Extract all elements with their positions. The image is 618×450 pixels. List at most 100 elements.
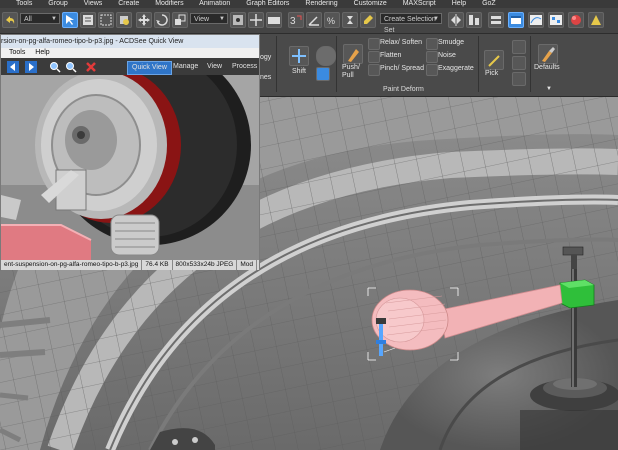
layer-manager-icon[interactable] bbox=[488, 12, 504, 28]
status-filename: ent-suspension-on-pg-alfa-romeo-tipo-b-p… bbox=[1, 260, 143, 270]
paint-deform-panel-title: Paint Deform bbox=[383, 86, 424, 93]
main-toolbar: All ▼ View ▼ 3 % Create Selection Set ▼ bbox=[0, 8, 618, 34]
suspension-photo[interactable] bbox=[1, 75, 259, 260]
menu-animation[interactable]: Animation bbox=[199, 0, 230, 7]
acdsee-status-bar: ent-suspension-on-pg-alfa-romeo-tipo-b-p… bbox=[1, 260, 259, 270]
exaggerate-label[interactable]: Exaggerate bbox=[438, 65, 474, 72]
menu-graph-editors[interactable]: Graph Editors bbox=[246, 0, 289, 7]
menu-bar: Tools Group Views Create Modifiers Anima… bbox=[0, 0, 618, 8]
render-setup-icon[interactable] bbox=[588, 12, 604, 28]
snaps-toggle-icon[interactable]: 3 bbox=[288, 12, 304, 28]
ribbon-separator bbox=[530, 36, 531, 92]
shift-mode-icon[interactable] bbox=[316, 67, 330, 81]
menu-group[interactable]: Group bbox=[48, 0, 67, 7]
named-selection-dropdown[interactable]: Create Selection Set ▼ bbox=[380, 13, 442, 34]
select-manipulate-icon[interactable] bbox=[248, 12, 264, 28]
pivot-center-icon[interactable] bbox=[230, 12, 246, 28]
ribbon-separator bbox=[336, 36, 337, 92]
menu-maxscript[interactable]: MAXScript bbox=[403, 0, 436, 7]
zoom-out-icon[interactable] bbox=[65, 61, 77, 73]
menu-customize[interactable]: Customize bbox=[354, 0, 387, 7]
spinner-snap-icon[interactable] bbox=[342, 12, 358, 28]
relax-soften-icon[interactable] bbox=[368, 38, 380, 50]
next-image-icon[interactable] bbox=[25, 61, 37, 73]
percent-snap-icon[interactable]: % bbox=[324, 12, 340, 28]
tab-manage[interactable]: Manage bbox=[169, 61, 202, 73]
flatten-label[interactable]: Flatten bbox=[380, 52, 401, 59]
noise-label[interactable]: Noise bbox=[438, 52, 456, 59]
push-pull-label[interactable]: Push/ Pull bbox=[342, 64, 368, 80]
select-and-rotate-icon[interactable] bbox=[154, 12, 170, 28]
smudge-label[interactable]: Smudge bbox=[438, 39, 464, 46]
menu-goz[interactable]: GoZ bbox=[482, 0, 496, 7]
svg-text:3: 3 bbox=[290, 16, 296, 27]
acdsee-quick-view-window[interactable]: rsion-on-pg-alfa-romeo-tipo-b-p3.jpg - A… bbox=[0, 34, 260, 270]
acdsee-toolbar: Quick View Manage View Process bbox=[1, 58, 259, 75]
acdsee-menu-bar: Tools Help bbox=[1, 48, 259, 58]
keyboard-shortcut-icon[interactable] bbox=[266, 12, 282, 28]
edit-named-selection-icon[interactable] bbox=[360, 12, 376, 28]
window-crossing-icon[interactable] bbox=[116, 12, 132, 28]
status-file-size: 76.4 KB bbox=[142, 260, 173, 270]
status-dimensions: 800x533x24b JPEG bbox=[173, 260, 238, 270]
angle-snap-icon[interactable] bbox=[306, 12, 322, 28]
graphite-ribbon-icon[interactable] bbox=[508, 12, 524, 28]
menu-tools[interactable]: Tools bbox=[16, 0, 32, 7]
menu-modifiers[interactable]: Modifiers bbox=[155, 0, 183, 7]
push-pull-icon[interactable] bbox=[343, 44, 363, 64]
undo-icon[interactable] bbox=[2, 12, 18, 28]
ribbon-partial-label: ogy bbox=[260, 54, 272, 61]
defaults-expand-icon[interactable]: ▼ bbox=[546, 86, 552, 92]
defaults-label[interactable]: Defaults bbox=[534, 64, 560, 71]
pinch-spread-label[interactable]: Pinch/ Spread bbox=[380, 65, 424, 72]
schematic-view-icon[interactable] bbox=[548, 12, 564, 28]
tab-quick-view[interactable]: Quick View bbox=[127, 61, 172, 75]
acdsee-window-title: rsion-on-pg-alfa-romeo-tipo-b-p3.jpg - A… bbox=[1, 38, 184, 45]
status-mode: Mod bbox=[237, 260, 258, 270]
acdsee-menu-tools[interactable]: Tools bbox=[9, 49, 25, 56]
pick-option-3-icon[interactable] bbox=[512, 72, 526, 86]
mirror-icon[interactable] bbox=[448, 12, 464, 28]
select-by-name-icon[interactable] bbox=[80, 12, 96, 28]
ribbon-separator bbox=[276, 36, 277, 92]
svg-text:%: % bbox=[327, 16, 335, 26]
reference-coord-dropdown[interactable]: View ▼ bbox=[190, 13, 228, 24]
shift-options-icon[interactable] bbox=[316, 46, 336, 66]
menu-help[interactable]: Help bbox=[452, 0, 466, 7]
acdsee-title-bar[interactable]: rsion-on-pg-alfa-romeo-tipo-b-p3.jpg - A… bbox=[1, 35, 259, 48]
smudge-icon[interactable] bbox=[426, 38, 438, 50]
align-icon[interactable] bbox=[466, 12, 482, 28]
exaggerate-icon[interactable] bbox=[426, 64, 438, 76]
relax-soften-label[interactable]: Relax/ Soften bbox=[380, 39, 422, 46]
zoom-in-icon[interactable] bbox=[49, 61, 61, 73]
menu-views[interactable]: Views bbox=[84, 0, 103, 7]
tab-process[interactable]: Process bbox=[228, 61, 261, 73]
previous-image-icon[interactable] bbox=[7, 61, 19, 73]
graphite-ribbon: ogy nes Shift Push/ Pull Relax/ Soften F… bbox=[258, 34, 618, 97]
acdsee-menu-help[interactable]: Help bbox=[35, 49, 49, 56]
pinch-spread-icon[interactable] bbox=[368, 64, 380, 76]
curve-editor-icon[interactable] bbox=[528, 12, 544, 28]
ribbon-partial-label-2: nes bbox=[260, 74, 272, 81]
material-editor-icon[interactable] bbox=[568, 12, 584, 28]
defaults-brush-icon[interactable] bbox=[538, 44, 558, 64]
rectangular-selection-icon[interactable] bbox=[98, 12, 114, 28]
pick-icon[interactable] bbox=[484, 50, 504, 70]
photo-content bbox=[1, 75, 259, 260]
pick-option-2-icon[interactable] bbox=[512, 56, 526, 70]
delete-icon[interactable] bbox=[85, 61, 97, 73]
shift-label[interactable]: Shift bbox=[292, 68, 306, 75]
noise-icon[interactable] bbox=[426, 51, 438, 63]
flatten-icon[interactable] bbox=[368, 51, 380, 63]
pick-label[interactable]: Pick bbox=[485, 70, 498, 77]
shift-icon[interactable] bbox=[289, 46, 309, 66]
ribbon-separator bbox=[478, 36, 479, 92]
selection-filter-dropdown[interactable]: All ▼ bbox=[20, 13, 60, 24]
select-and-move-icon[interactable] bbox=[136, 12, 152, 28]
menu-create[interactable]: Create bbox=[118, 0, 139, 7]
menu-rendering[interactable]: Rendering bbox=[305, 0, 337, 7]
tab-view[interactable]: View bbox=[203, 61, 226, 73]
pick-option-1-icon[interactable] bbox=[512, 40, 526, 54]
select-and-scale-icon[interactable] bbox=[172, 12, 188, 28]
select-object-icon[interactable] bbox=[62, 12, 78, 28]
